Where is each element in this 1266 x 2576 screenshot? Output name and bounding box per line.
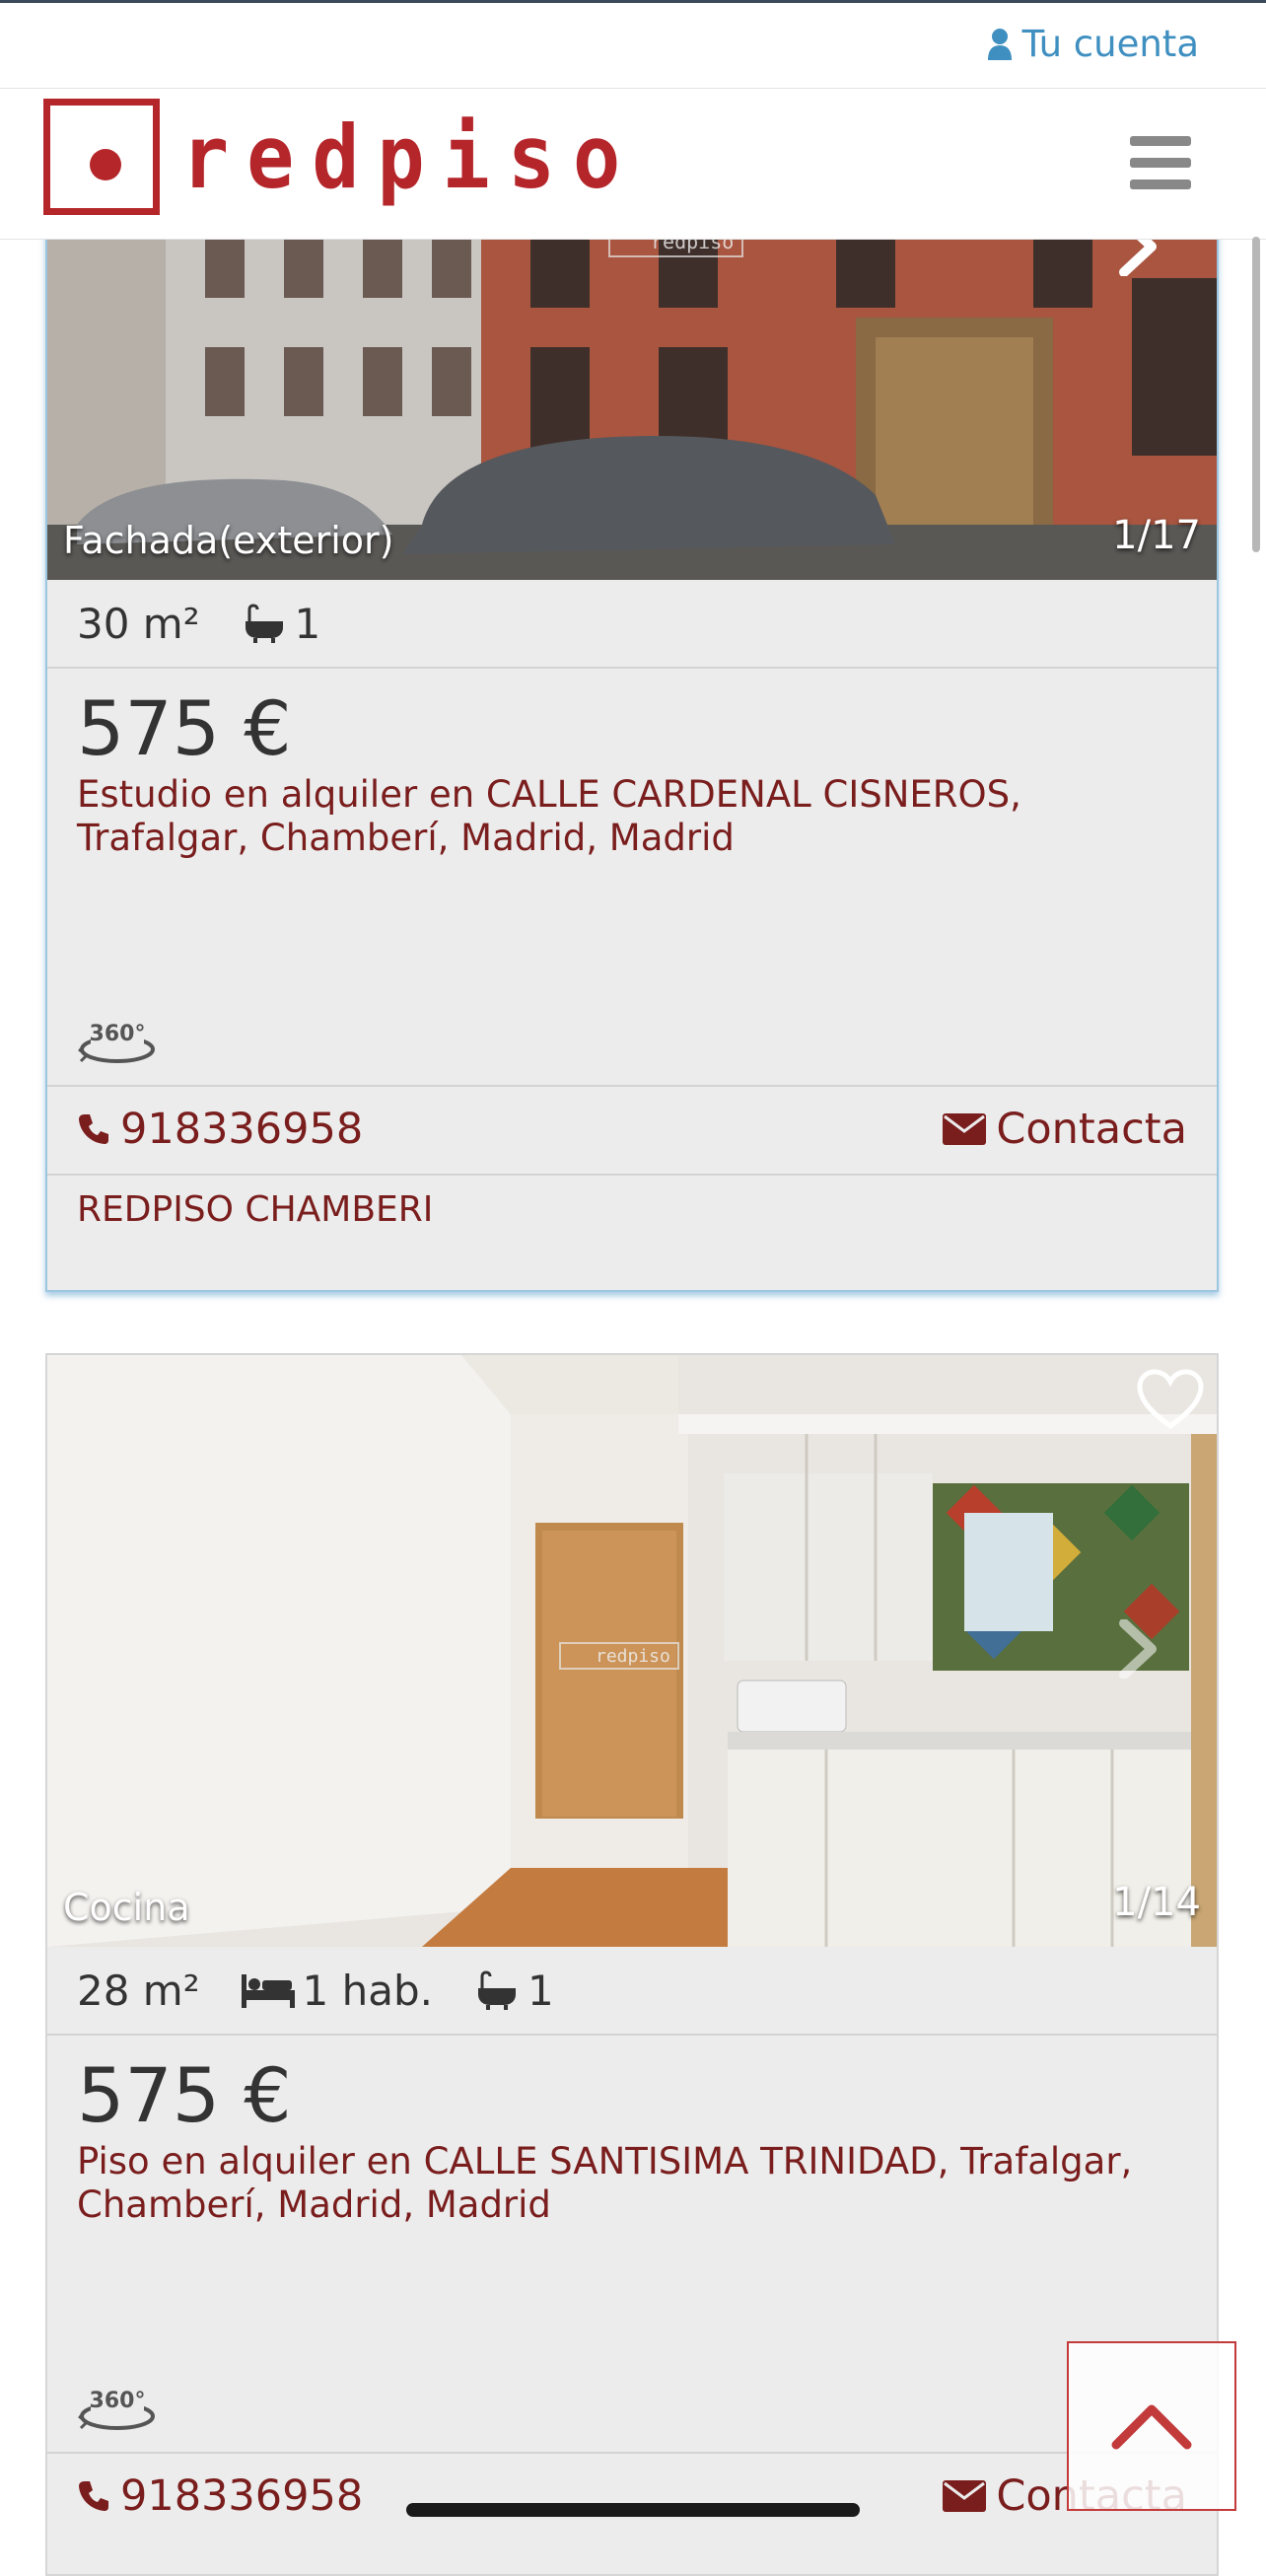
- baths-value: 1: [294, 599, 321, 648]
- features-row: 30 m² 1: [47, 580, 1217, 669]
- menu-icon[interactable]: [1130, 136, 1191, 189]
- home-indicator[interactable]: [406, 2503, 860, 2517]
- svg-text:360°: 360°: [90, 1022, 146, 1046]
- svg-text:360°: 360°: [90, 2389, 146, 2413]
- listing-title[interactable]: Piso en alquiler en CALLE SANTISIMA TRIN…: [77, 2140, 1187, 2227]
- favorite-heart-icon[interactable]: [1136, 1369, 1205, 1430]
- price: 575 €: [77, 684, 292, 772]
- svg-text:redpiso: redpiso: [596, 1646, 670, 1667]
- back-to-top-button[interactable]: [1067, 2341, 1236, 2511]
- rooms-feature: 1 hab.: [241, 1966, 433, 2015]
- account-label: Tu cuenta: [1021, 23, 1199, 65]
- envelope-icon: [943, 1113, 987, 1145]
- bathtub-icon: [245, 604, 283, 643]
- next-photo-icon[interactable]: [1118, 1619, 1158, 1679]
- photo-counter: 1/14: [1112, 1880, 1201, 1925]
- photo-caption: Fachada(exterior): [63, 519, 394, 562]
- account-link[interactable]: Tu cuenta: [987, 23, 1199, 65]
- area-value: 30 m²: [77, 599, 200, 648]
- envelope-icon: [943, 2480, 987, 2512]
- bathtub-icon: [478, 1970, 516, 2010]
- contact-row: 918336958 Contacta: [47, 2452, 1217, 2539]
- features-row: 28 m² 1 hab. 1: [47, 1947, 1217, 2036]
- listing-title[interactable]: Estudio en alquiler en CALLE CARDENAL CI…: [77, 773, 1187, 860]
- phone-number: 918336958: [120, 2471, 364, 2521]
- bed-icon: [241, 1974, 295, 2008]
- user-icon: [987, 28, 1012, 60]
- listing-photo[interactable]: redpiso Fachada(exterior) 1/17: [47, 199, 1217, 580]
- top-bar: Tu cuenta: [0, 3, 1266, 89]
- listing-photo[interactable]: redpiso Cocina 1/14: [47, 1355, 1217, 1947]
- area-value: 28 m²: [77, 1966, 200, 2015]
- contact-row: 918336958 Contacta: [47, 1085, 1217, 1172]
- contact-button[interactable]: Contacta: [943, 1105, 1187, 1154]
- site-header: redpiso: [0, 89, 1266, 240]
- agency-name[interactable]: REDPISO CHAMBERI: [77, 1189, 433, 1230]
- baths-feature: 1: [242, 599, 321, 648]
- phone-link[interactable]: 918336958: [77, 1105, 363, 1154]
- logo-mark: [43, 99, 160, 215]
- agency-row: REDPISO CHAMBERI: [47, 1174, 1217, 1244]
- phone-link[interactable]: 918336958: [77, 2471, 363, 2521]
- pano-360-icon[interactable]: 360°: [77, 2381, 158, 2436]
- phone-icon: [79, 2481, 108, 2511]
- baths-feature: 1: [474, 1967, 554, 2015]
- chevron-up-icon: [1111, 2404, 1192, 2450]
- listing-card[interactable]: redpiso Cocina 1/14 28 m² 1 hab. 1 575 €…: [45, 1353, 1219, 2576]
- listing-card[interactable]: redpiso Fachada(exterior) 1/17 30 m² 1 5…: [45, 197, 1219, 1292]
- kitchen-photo: redpiso: [47, 1355, 1217, 1947]
- pano-360-icon[interactable]: 360°: [77, 1014, 158, 1069]
- price: 575 €: [77, 2051, 292, 2139]
- rooms-value: 1 hab.: [302, 1966, 433, 2015]
- brand-logo[interactable]: redpiso: [43, 99, 638, 215]
- brand-name: redpiso: [181, 106, 639, 208]
- photo-counter: 1/17: [1112, 513, 1201, 558]
- baths-value: 1: [528, 1966, 554, 2015]
- phone-number: 918336958: [120, 1105, 364, 1154]
- contact-label: Contacta: [996, 1105, 1187, 1154]
- scrollbar[interactable]: [1252, 237, 1260, 552]
- phone-icon: [79, 1114, 108, 1144]
- photo-caption: Cocina: [63, 1886, 190, 1929]
